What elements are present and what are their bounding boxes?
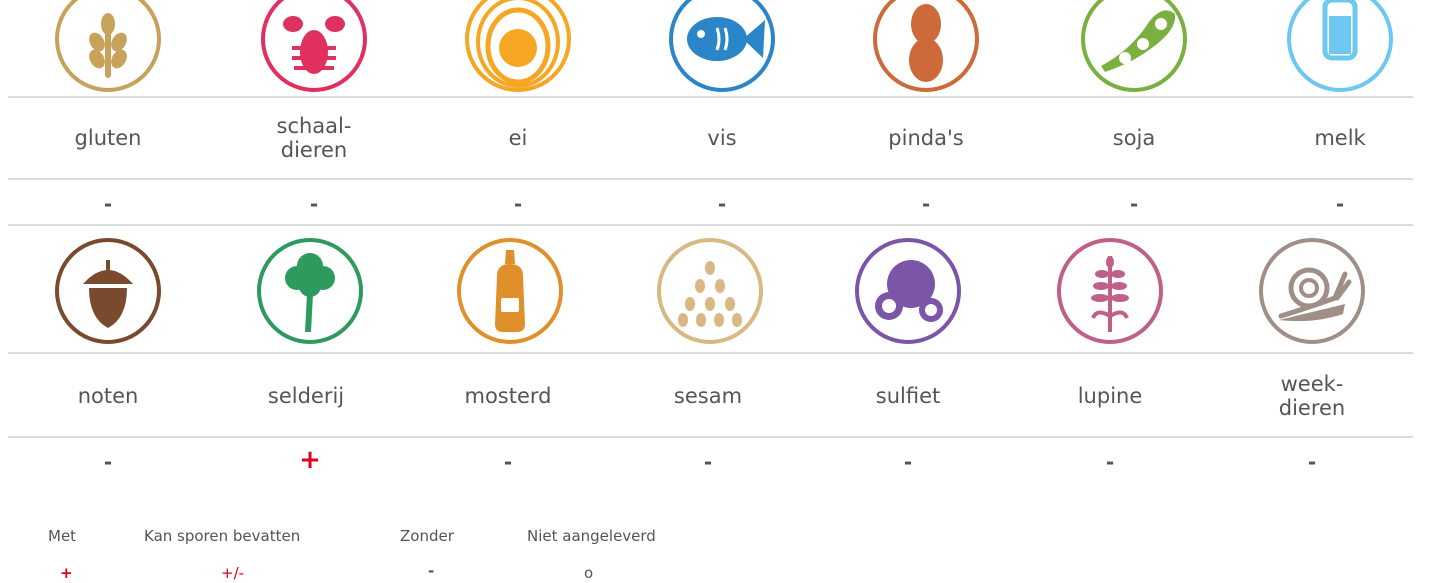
allergen-value-pindas: -	[921, 192, 931, 216]
allergen-value-soja: -	[1129, 192, 1139, 216]
allergen-label-pindas: pinda's	[888, 126, 964, 150]
allergen-label-selderij: selderij	[267, 384, 345, 408]
legend-label-niet: Niet aangeleverd	[527, 527, 656, 545]
allergen-label-mosterd: mosterd	[464, 384, 552, 408]
milk-icon	[1285, 0, 1395, 94]
allergen-value-schaaldieren: -	[309, 192, 319, 216]
divider	[8, 352, 1413, 354]
peanut-icon	[871, 0, 981, 94]
wheat-icon	[53, 0, 163, 94]
snail-icon	[1257, 236, 1367, 346]
bottom-icon-row	[0, 232, 1448, 350]
allergen-value-noten: -	[103, 450, 113, 474]
allergen-label-noten: noten	[77, 384, 139, 408]
top-label-row: gluten schaal- dieren ei vis pinda's soj…	[0, 110, 1448, 178]
legend-symbol-zonder: -	[428, 562, 435, 580]
soy-icon	[1079, 0, 1189, 94]
allergen-value-selderij: +	[299, 445, 321, 475]
allergen-value-lupine: -	[1105, 450, 1115, 474]
bottom-label-row: noten selderij mosterd sesam sulfiet lup…	[0, 362, 1448, 436]
divider	[8, 436, 1413, 438]
allergen-value-weekdieren: -	[1307, 450, 1317, 474]
legend-symbol-met: +	[60, 564, 73, 582]
fish-icon	[667, 0, 777, 94]
allergen-label-soja: soja	[1112, 126, 1156, 150]
legend-symbol-niet: o	[584, 564, 594, 582]
sesame-icon	[655, 236, 765, 346]
allergen-label-lupine: lupine	[1077, 384, 1143, 408]
mustard-icon	[455, 236, 565, 346]
acorn-icon	[53, 236, 163, 346]
lobster-icon	[259, 0, 369, 94]
legend-symbol-sporen: +/-	[221, 564, 245, 582]
allergen-value-sesam: -	[703, 450, 713, 474]
divider	[8, 96, 1413, 98]
bottom-value-row: - + - - - - -	[0, 444, 1448, 478]
allergen-value-sulfiet: -	[903, 450, 913, 474]
top-icon-row	[0, 0, 1448, 94]
allergen-label-melk: melk	[1314, 126, 1366, 150]
legend-label-met: Met	[48, 527, 77, 545]
egg-icon	[463, 0, 573, 94]
allergen-value-vis: -	[717, 192, 727, 216]
allergen-label-ei: ei	[508, 126, 528, 150]
allergen-label-vis: vis	[707, 126, 737, 150]
legend-label-sporen: Kan sporen bevatten	[144, 527, 301, 545]
divider	[8, 178, 1413, 180]
allergen-value-melk: -	[1335, 192, 1345, 216]
allergen-value-mosterd: -	[503, 450, 513, 474]
allergen-value-gluten: -	[103, 192, 113, 216]
legend: Met Kan sporen bevatten Zonder Niet aang…	[0, 527, 800, 583]
top-value-row: - - - - - - -	[0, 188, 1448, 218]
allergen-label-gluten: gluten	[74, 126, 142, 150]
divider	[8, 224, 1413, 226]
allergen-value-ei: -	[513, 192, 523, 216]
sulfite-icon	[853, 236, 963, 346]
allergen-label-schaaldieren: schaal- dieren	[276, 114, 352, 162]
legend-label-zonder: Zonder	[400, 527, 454, 545]
allergen-label-sesam: sesam	[673, 384, 743, 408]
lupine-icon	[1055, 236, 1165, 346]
celery-icon	[255, 236, 365, 346]
allergen-label-weekdieren: week- dieren	[1278, 372, 1346, 420]
allergen-label-sulfiet: sulfiet	[875, 384, 941, 408]
